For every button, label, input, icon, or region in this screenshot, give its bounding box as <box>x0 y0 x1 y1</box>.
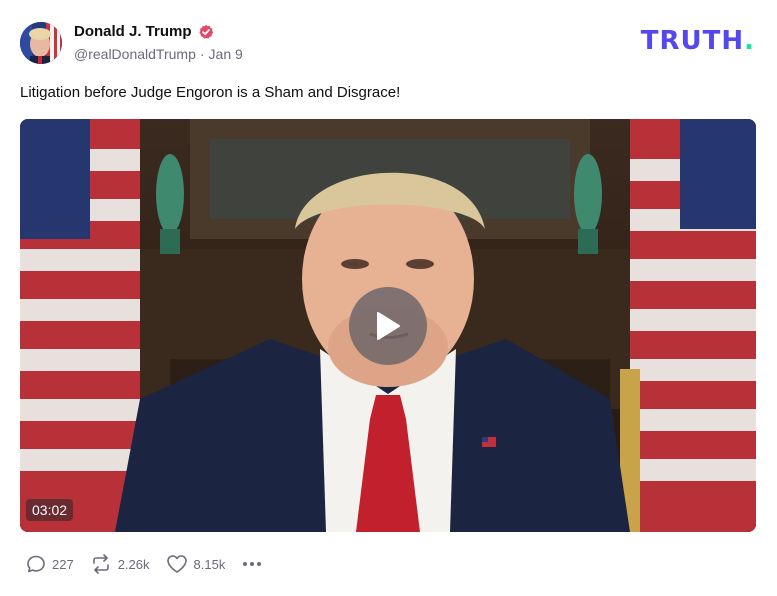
author-display-name[interactable]: Donald J. Trump <box>74 23 192 40</box>
post-actions: 227 2.26k 8.15k <box>26 554 262 574</box>
video-duration: 03:02 <box>26 499 74 521</box>
author-meta: @realDonaldTrump · Jan 9 <box>74 46 243 62</box>
reply-count: 227 <box>52 556 74 572</box>
retruth-count: 2.26k <box>117 556 150 572</box>
avatar[interactable] <box>20 22 62 64</box>
post-text: Litigation before Judge Engoron is a Sha… <box>20 84 401 101</box>
like-button[interactable]: 8.15k <box>166 554 226 574</box>
retruth-button[interactable]: 2.26k <box>90 554 150 574</box>
logo-dot: . <box>744 26 755 56</box>
reply-icon <box>27 555 45 573</box>
reply-button[interactable]: 227 <box>26 554 74 574</box>
heart-icon <box>166 555 187 573</box>
like-count: 8.15k <box>193 556 226 572</box>
play-button[interactable] <box>349 287 427 365</box>
meta-separator: · <box>199 46 205 62</box>
truth-logo[interactable]: TRUTH. <box>641 28 755 54</box>
truth-post: Donald J. Trump @realDonaldTrump · Jan 9… <box>0 0 777 596</box>
author-name-row: Donald J. Trump <box>74 23 214 40</box>
verified-badge-icon <box>198 24 213 39</box>
logo-text: TRUTH <box>640 26 745 56</box>
author-handle[interactable]: @realDonaldTrump <box>74 46 196 62</box>
play-icon <box>377 312 400 340</box>
video-player[interactable]: 03:02 <box>20 119 756 532</box>
retruth-icon <box>92 554 109 574</box>
more-icon[interactable] <box>243 562 262 566</box>
post-date[interactable]: Jan 9 <box>209 46 243 62</box>
